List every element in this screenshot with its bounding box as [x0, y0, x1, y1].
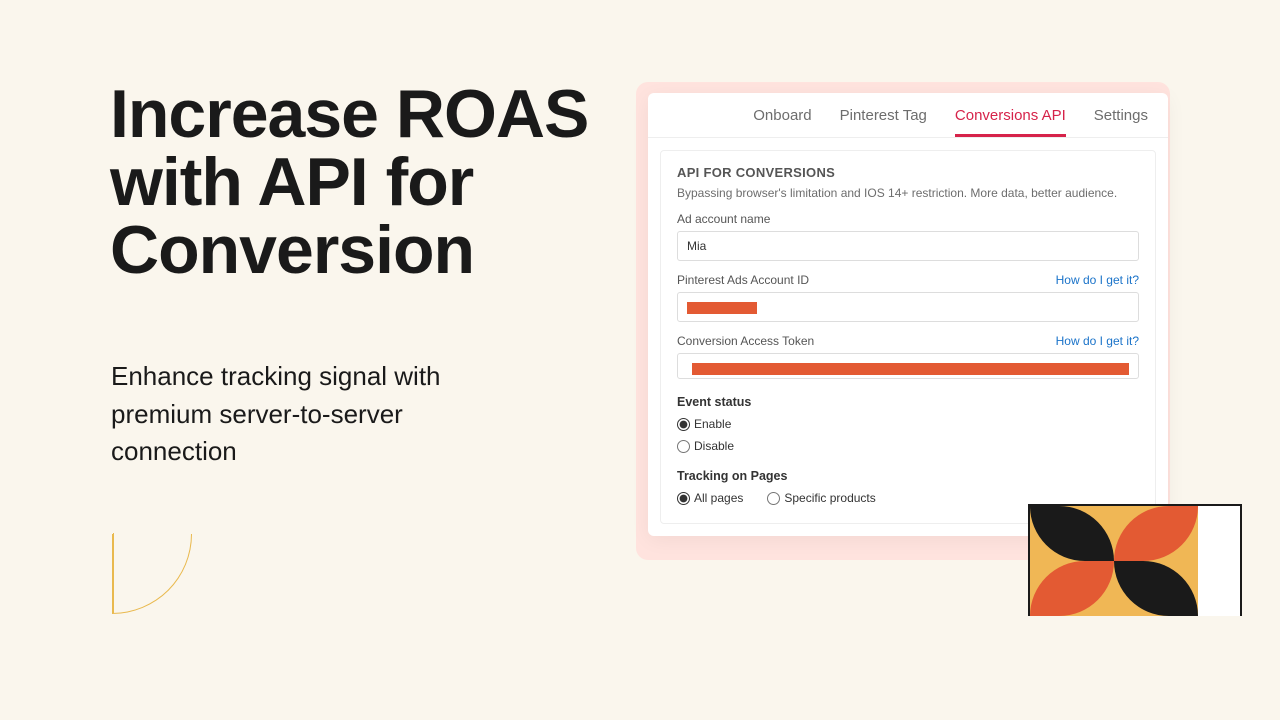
- ads-account-id-redacted: [687, 302, 757, 314]
- conversions-card: API FOR CONVERSIONS Bypassing browser's …: [660, 150, 1156, 524]
- access-token-label-row: Conversion Access Token How do I get it?: [677, 334, 1139, 348]
- ad-account-name-label: Ad account name: [677, 212, 1139, 226]
- tab-bar: Onboard Pinterest Tag Conversions API Se…: [648, 93, 1168, 138]
- access-token-redacted: [692, 363, 1129, 375]
- tracking-all-pages-option[interactable]: All pages: [677, 491, 743, 505]
- event-status-enable-row: Enable: [677, 417, 1139, 431]
- ads-account-id-help-link[interactable]: How do I get it?: [1056, 273, 1139, 287]
- tracking-pages-options: All pages Specific products: [677, 491, 1139, 505]
- access-token-help-link[interactable]: How do I get it?: [1056, 334, 1139, 348]
- event-status-disable-radio[interactable]: [677, 440, 690, 453]
- tracking-specific-radio[interactable]: [767, 492, 780, 505]
- settings-panel: Onboard Pinterest Tag Conversions API Se…: [648, 93, 1168, 536]
- access-token-label: Conversion Access Token: [677, 334, 814, 348]
- card-title: API FOR CONVERSIONS: [677, 165, 1139, 180]
- event-status-disable-option[interactable]: Disable: [677, 439, 734, 453]
- event-status-enable-radio[interactable]: [677, 418, 690, 431]
- tab-onboard[interactable]: Onboard: [753, 103, 811, 137]
- event-status-enable-text: Enable: [694, 417, 731, 431]
- tracking-all-pages-radio[interactable]: [677, 492, 690, 505]
- promo-headline: Increase ROAS with API for Conversion: [110, 80, 610, 284]
- ads-account-id-label-row: Pinterest Ads Account ID How do I get it…: [677, 273, 1139, 287]
- tracking-specific-option[interactable]: Specific products: [767, 491, 875, 505]
- tracking-specific-text: Specific products: [784, 491, 875, 505]
- ad-account-name-label-text: Ad account name: [677, 212, 770, 226]
- tracking-pages-label: Tracking on Pages: [677, 469, 1139, 483]
- tab-conversions-api[interactable]: Conversions API: [955, 103, 1066, 137]
- card-description: Bypassing browser's limitation and IOS 1…: [677, 186, 1139, 200]
- access-token-input[interactable]: [677, 353, 1139, 379]
- event-status-disable-row: Disable: [677, 439, 1139, 453]
- tab-settings[interactable]: Settings: [1094, 103, 1148, 137]
- event-status-disable-text: Disable: [694, 439, 734, 453]
- event-status-enable-option[interactable]: Enable: [677, 417, 731, 431]
- decoration-quarter-circle: [112, 534, 192, 614]
- ad-account-name-input[interactable]: [677, 231, 1139, 261]
- tab-pinterest-tag[interactable]: Pinterest Tag: [840, 103, 927, 137]
- event-status-label: Event status: [677, 395, 1139, 409]
- ads-account-id-label: Pinterest Ads Account ID: [677, 273, 809, 287]
- ads-account-id-input[interactable]: [677, 292, 1139, 322]
- tracking-all-pages-text: All pages: [694, 491, 743, 505]
- decoration-pattern: [1028, 504, 1242, 616]
- promo-subhead: Enhance tracking signal with premium ser…: [111, 358, 441, 471]
